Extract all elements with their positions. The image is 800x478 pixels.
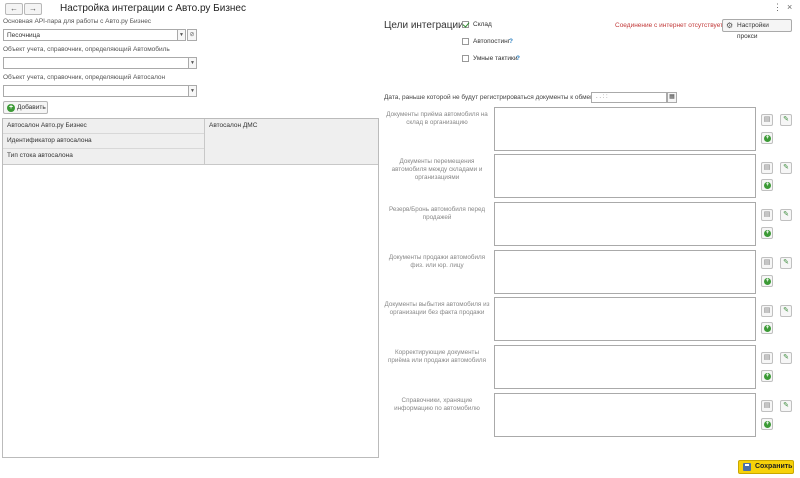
checkbox-sklad-label: Склад bbox=[473, 21, 492, 28]
add-button[interactable]: + Добавить bbox=[3, 101, 48, 114]
add-doc-button[interactable]: + bbox=[761, 370, 773, 382]
add-doc-button[interactable]: + bbox=[761, 275, 773, 287]
plus-icon: + bbox=[764, 135, 771, 142]
save-disk-icon bbox=[743, 463, 751, 471]
doc-label-sale: Документы продажи автомобиля физ. или юр… bbox=[388, 254, 486, 269]
checkbox-autoposting-label: Автопостинг bbox=[473, 38, 511, 45]
doc-list-reserve[interactable] bbox=[494, 202, 756, 246]
api-pair-label: Основная API-пара для работы с Авто.ру Б… bbox=[3, 18, 152, 25]
add-doc-button[interactable]: + bbox=[761, 179, 773, 191]
select-list-icon[interactable]: ▤ bbox=[761, 257, 773, 269]
back-button[interactable]: ← bbox=[5, 3, 23, 15]
doc-list-disposal[interactable] bbox=[494, 297, 756, 341]
select-list-icon[interactable]: ▤ bbox=[761, 162, 773, 174]
select-list-icon[interactable]: ▤ bbox=[761, 305, 773, 317]
doc-list-references[interactable] bbox=[494, 393, 756, 437]
integration-goals-title: Цели интеграции: bbox=[384, 20, 467, 31]
doc-label-transfer: Документы перемещения автомобиля между с… bbox=[391, 158, 483, 181]
doc-label-reserve: Резерв/Бронь автомобиля перед продажей bbox=[388, 206, 486, 221]
pencil-icon[interactable]: ✎ bbox=[780, 400, 792, 412]
mapping-table-rows: Автосалон Авто.ру Бизнес Идентификатор а… bbox=[3, 119, 378, 165]
pencil-icon[interactable]: ✎ bbox=[780, 305, 792, 317]
mapping-table[interactable]: Автосалон Авто.ру Бизнес Идентификатор а… bbox=[2, 118, 379, 458]
api-pair-open-button[interactable]: ⊘ bbox=[187, 29, 197, 41]
help-icon[interactable]: ? bbox=[516, 55, 520, 62]
doc-label-disposal: Документы выбытия автомобиля из организа… bbox=[384, 301, 490, 316]
salon-object-field[interactable] bbox=[3, 85, 189, 97]
forward-button[interactable]: → bbox=[24, 3, 42, 15]
plus-icon: + bbox=[764, 182, 771, 189]
plus-icon: + bbox=[764, 325, 771, 332]
checkbox-autoposting[interactable] bbox=[462, 38, 469, 45]
date-label: Дата, раньше которой не будут регистриро… bbox=[384, 94, 599, 101]
api-pair-field[interactable]: Песочница bbox=[3, 29, 178, 41]
pencil-icon[interactable]: ✎ bbox=[780, 257, 792, 269]
api-pair-dropdown[interactable]: ▼ bbox=[177, 29, 186, 41]
add-doc-button[interactable]: + bbox=[761, 418, 773, 430]
plus-icon: + bbox=[764, 230, 771, 237]
plus-icon: + bbox=[7, 104, 15, 112]
chevron-down-icon: ▼ bbox=[179, 32, 184, 38]
pencil-icon[interactable]: ✎ bbox=[780, 162, 792, 174]
checkbox-smart-tactics[interactable] bbox=[462, 55, 469, 62]
doc-label-receipt: Документы приёма автомобиля на склад в о… bbox=[386, 111, 488, 126]
pencil-icon[interactable]: ✎ bbox=[780, 209, 792, 221]
checkbox-smart-tactics-label: Умные тактики bbox=[473, 55, 518, 62]
proxy-settings-label: Настройки прокси bbox=[737, 22, 769, 40]
gear-icon: ⚙ bbox=[726, 21, 734, 30]
table-row[interactable]: Тип стока автосалона bbox=[3, 149, 204, 164]
link-icon: ⊘ bbox=[189, 32, 195, 38]
save-button[interactable]: Сохранить bbox=[738, 460, 794, 474]
select-list-icon[interactable]: ▤ bbox=[761, 352, 773, 364]
doc-list-sale[interactable] bbox=[494, 250, 756, 294]
car-object-dropdown[interactable]: ▼ bbox=[188, 57, 197, 69]
close-icon[interactable]: × bbox=[787, 2, 792, 12]
save-button-label: Сохранить bbox=[755, 463, 793, 470]
plus-icon: + bbox=[764, 278, 771, 285]
proxy-settings-button[interactable]: ⚙ Настройки прокси bbox=[722, 19, 792, 40]
page-title: Настройка интеграции с Авто.ру Бизнес bbox=[60, 3, 246, 14]
doc-list-receipt[interactable] bbox=[494, 107, 756, 151]
select-list-icon[interactable]: ▤ bbox=[761, 114, 773, 126]
date-input[interactable]: . . : : bbox=[591, 92, 667, 103]
dms-column-header: Автосалон ДМС bbox=[209, 122, 258, 129]
table-row[interactable]: Идентификатор автосалона bbox=[3, 134, 204, 149]
select-list-icon[interactable]: ▤ bbox=[761, 209, 773, 221]
doc-label-correction: Корректирующие документы приёма или прод… bbox=[388, 349, 486, 364]
car-object-label: Объект учета, справочник, определяющий А… bbox=[3, 46, 170, 53]
pencil-icon[interactable]: ✎ bbox=[780, 352, 792, 364]
salon-object-dropdown[interactable]: ▼ bbox=[188, 85, 197, 97]
pencil-icon[interactable]: ✎ bbox=[780, 114, 792, 126]
chevron-down-icon: ▼ bbox=[190, 88, 195, 94]
car-object-field[interactable] bbox=[3, 57, 189, 69]
add-doc-button[interactable]: + bbox=[761, 227, 773, 239]
select-list-icon[interactable]: ▤ bbox=[761, 400, 773, 412]
add-doc-button[interactable]: + bbox=[761, 322, 773, 334]
checkbox-sklad[interactable] bbox=[462, 21, 469, 28]
salon-object-label: Объект учета, справочник, определяющий А… bbox=[3, 74, 166, 81]
doc-list-transfer[interactable] bbox=[494, 154, 756, 198]
add-doc-button[interactable]: + bbox=[761, 132, 773, 144]
plus-icon: + bbox=[764, 373, 771, 380]
doc-list-correction[interactable] bbox=[494, 345, 756, 389]
chevron-down-icon: ▼ bbox=[190, 60, 195, 66]
connection-status: Соединение с интернет отсутствует bbox=[615, 22, 724, 29]
calendar-icon[interactable]: ▦ bbox=[667, 92, 677, 103]
doc-label-references: Справочники, хранящие информацию по авто… bbox=[394, 397, 480, 412]
plus-icon: + bbox=[764, 421, 771, 428]
table-row[interactable]: Автосалон Авто.ру Бизнес bbox=[3, 119, 204, 134]
more-icon[interactable]: ⋮ bbox=[773, 2, 782, 13]
add-button-label: Добавить bbox=[17, 104, 46, 111]
help-icon[interactable]: ? bbox=[509, 38, 513, 45]
